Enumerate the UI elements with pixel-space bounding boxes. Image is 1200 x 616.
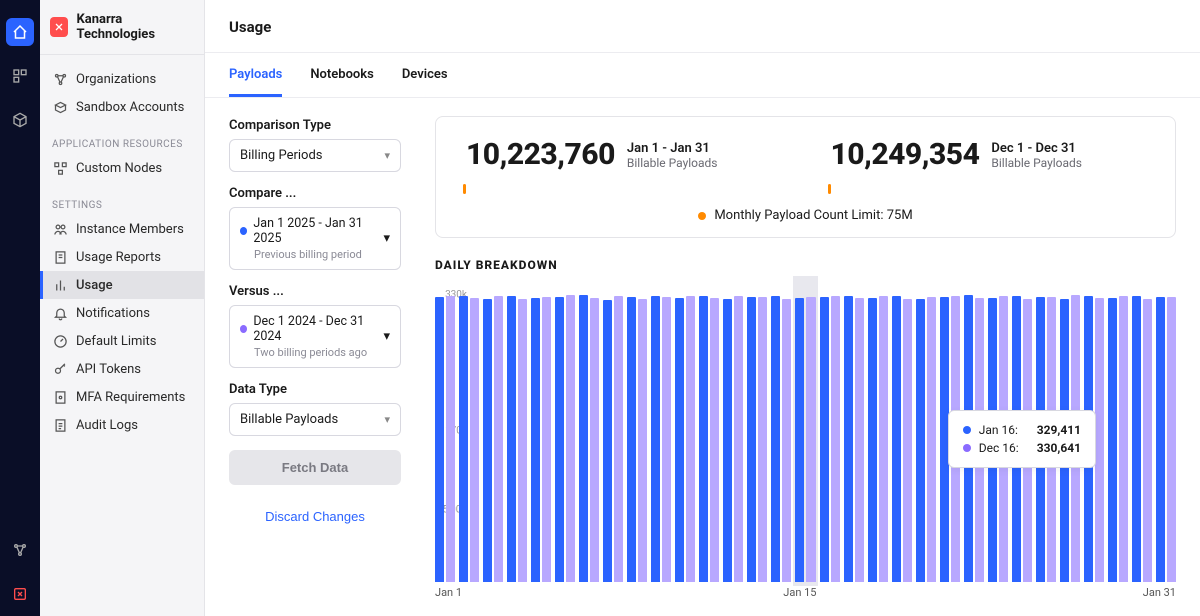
sidebar-item-organizations[interactable]: Organizations — [40, 65, 204, 93]
compare-label: Compare ... — [229, 186, 401, 201]
chart-day-bar[interactable] — [723, 280, 743, 582]
filter-panel: Comparison Type Billing Periods ▾ Compar… — [205, 98, 425, 616]
sidebar-item-sandbox-accounts[interactable]: Sandbox Accounts — [40, 93, 204, 121]
sidebar-item-notifications[interactable]: Notifications — [40, 299, 204, 327]
versus-label: Versus ... — [229, 284, 401, 299]
sidebar-item-instance-members[interactable]: Instance Members — [40, 215, 204, 243]
chart-day-bar[interactable] — [916, 280, 936, 582]
sidebar-item-audit-logs[interactable]: Audit Logs — [40, 411, 204, 439]
dot-icon — [963, 444, 971, 452]
chart-day-bar[interactable] — [555, 280, 575, 582]
tab-notebooks[interactable]: Notebooks — [310, 53, 374, 97]
chart-day-bar[interactable] — [531, 280, 551, 582]
chart-day-bar[interactable] — [699, 280, 719, 582]
daily-breakdown-chart[interactable]: 330k 170k 85,000 Jan 1 Jan 15 Jan 31 Jan… — [435, 280, 1176, 606]
sidebar-item-mfa-requirements[interactable]: MFA Requirements — [40, 383, 204, 411]
main-area: Usage Payloads Notebooks Devices Compariso… — [205, 0, 1200, 616]
key-icon — [52, 361, 68, 377]
mfa-icon — [52, 389, 68, 405]
limit-label: Monthly Payload Count Limit: 75M — [466, 208, 1145, 223]
limit-tick-icon — [463, 184, 466, 194]
chart-day-bar[interactable] — [603, 280, 623, 582]
usage-icon — [52, 277, 68, 293]
rail-home-icon[interactable] — [6, 18, 34, 46]
rail-dashboard-icon[interactable] — [6, 62, 34, 90]
chart-day-bar[interactable] — [675, 280, 695, 582]
chart-day-bar[interactable] — [795, 280, 815, 582]
metric-current: 10,223,760 Jan 1 - Jan 31 Billable Paylo… — [466, 137, 781, 192]
reports-icon — [52, 249, 68, 265]
x-axis: Jan 1 Jan 15 Jan 31 — [435, 586, 1176, 606]
sidebar-header: SETTINGS — [40, 196, 204, 215]
chevron-down-icon: ▾ — [384, 149, 390, 162]
chart-day-bar[interactable] — [435, 280, 455, 582]
audit-icon — [52, 417, 68, 433]
org-icon — [50, 17, 68, 37]
bell-icon — [52, 305, 68, 321]
sidebar-item-default-limits[interactable]: Default Limits — [40, 327, 204, 355]
tabs: Payloads Notebooks Devices — [205, 53, 1200, 98]
members-icon — [52, 221, 68, 237]
chevron-down-icon: ▾ — [384, 413, 390, 426]
page-title: Usage — [229, 18, 1176, 36]
viz-panel: 10,223,760 Jan 1 - Jan 31 Billable Paylo… — [425, 98, 1200, 616]
org-icon — [52, 71, 68, 87]
chart-tooltip: Jan 16:329,411 Dec 16:330,641 — [948, 410, 1096, 468]
data-type-label: Data Type — [229, 382, 401, 397]
dot-icon — [240, 325, 247, 333]
versus-period-select[interactable]: Dec 1 2024 - Dec 31 2024 Two billing per… — [229, 305, 401, 368]
comparison-type-label: Comparison Type — [229, 118, 401, 133]
compare-period-select[interactable]: Jan 1 2025 - Jan 31 2025 Previous billin… — [229, 207, 401, 270]
comparison-type-select[interactable]: Billing Periods ▾ — [229, 139, 401, 172]
sidebar-header: APPLICATION RESOURCES — [40, 135, 204, 154]
gauge-icon — [52, 333, 68, 349]
sidebar-item-usage[interactable]: Usage — [40, 271, 204, 299]
discard-changes-link[interactable]: Discard Changes — [229, 499, 401, 534]
summary-card: 10,223,760 Jan 1 - Jan 31 Billable Paylo… — [435, 116, 1176, 238]
chart-day-bar[interactable] — [1132, 280, 1152, 582]
chart-day-bar[interactable] — [868, 280, 888, 582]
data-type-select[interactable]: Billable Payloads ▾ — [229, 403, 401, 436]
global-nav-rail — [0, 0, 40, 616]
chart-day-bar[interactable] — [1108, 280, 1128, 582]
sidebar-item-usage-reports[interactable]: Usage Reports — [40, 243, 204, 271]
chevron-down-icon: ▾ — [383, 329, 390, 344]
tab-payloads[interactable]: Payloads — [229, 53, 282, 97]
chart-day-bar[interactable] — [651, 280, 671, 582]
fetch-data-button[interactable]: Fetch Data — [229, 450, 401, 485]
chart-day-bar[interactable] — [820, 280, 840, 582]
chart-day-bar[interactable] — [892, 280, 912, 582]
sidebar-item-api-tokens[interactable]: API Tokens — [40, 355, 204, 383]
sidebar: Kanarra Technologies OrganizationsSandbo… — [40, 0, 205, 616]
org-name: Kanarra Technologies — [76, 12, 194, 42]
breakdown-title: DAILY BREAKDOWN — [435, 258, 1176, 272]
tab-devices[interactable]: Devices — [402, 53, 448, 97]
rail-network-icon[interactable] — [6, 536, 34, 564]
chevron-down-icon: ▾ — [383, 231, 390, 246]
sandbox-icon — [52, 99, 68, 115]
dot-icon — [963, 426, 971, 434]
chart-day-bar[interactable] — [844, 280, 864, 582]
limit-tick-icon — [828, 184, 831, 194]
limit-dot-icon — [698, 212, 706, 220]
dot-icon — [240, 227, 247, 235]
chart-day-bar[interactable] — [507, 280, 527, 582]
nodes-icon — [52, 160, 68, 176]
rail-alert-icon[interactable] — [6, 580, 34, 608]
org-switcher[interactable]: Kanarra Technologies — [40, 0, 204, 55]
chart-day-bar[interactable] — [771, 280, 791, 582]
chart-day-bar[interactable] — [627, 280, 647, 582]
sidebar-item-custom-nodes[interactable]: Custom Nodes — [40, 154, 204, 182]
metric-previous: 10,249,354 Dec 1 - Dec 31 Billable Paylo… — [831, 137, 1146, 192]
chart-day-bar[interactable] — [579, 280, 599, 582]
chart-day-bar[interactable] — [459, 280, 479, 582]
chart-day-bar[interactable] — [1156, 280, 1176, 582]
chart-day-bar[interactable] — [747, 280, 767, 582]
chart-day-bar[interactable] — [483, 280, 503, 582]
rail-package-icon[interactable] — [6, 106, 34, 134]
